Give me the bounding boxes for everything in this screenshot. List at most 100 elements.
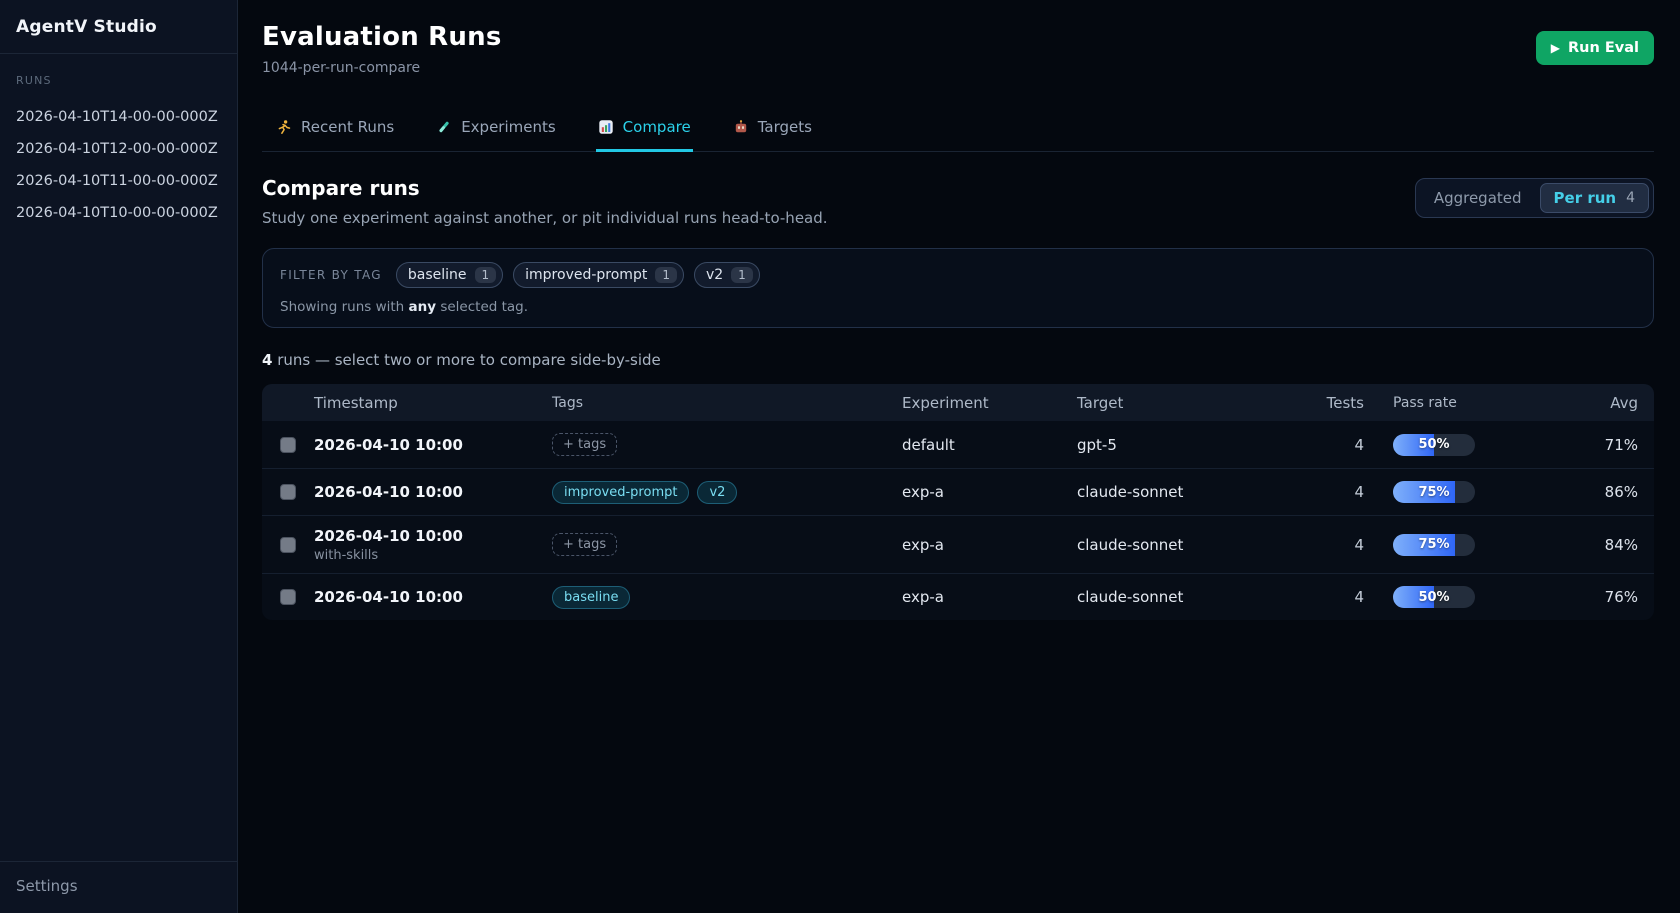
table-row[interactable]: 2026-04-10 10:00+ tagsdefaultgpt-5450%71… [262, 421, 1654, 468]
settings-link[interactable]: Settings [16, 877, 221, 895]
row-pass-rate-cell: 75% [1384, 481, 1524, 503]
column-header-tags: Tags [552, 395, 902, 411]
table-header-row: TimestampTagsExperimentTargetTestsPass r… [262, 384, 1654, 421]
tab-label: Targets [758, 118, 812, 136]
tab-recent-runs[interactable]: Recent Runs [274, 110, 396, 152]
column-header-pass-rate: Pass rate [1384, 395, 1524, 411]
row-avg-score: 86% [1524, 483, 1654, 501]
filter-note-any: any [409, 299, 437, 315]
row-checkbox-cell [262, 437, 314, 453]
tag-chip-baseline: baseline [552, 586, 630, 609]
filter-note: Showing runs with any selected tag. [280, 299, 1636, 315]
sidebar-footer: Settings [0, 861, 237, 913]
row-experiment: exp-a [902, 588, 1077, 606]
tab-bar: Recent Runs Experiments Compare Targets [262, 110, 1654, 152]
page-subtitle: 1044-per-run-compare [262, 60, 502, 76]
compare-runs-title: Compare runs [262, 176, 828, 200]
row-tags-cell: improved-promptv2 [552, 481, 902, 504]
pass-rate-bar: 50% [1393, 434, 1475, 456]
bar-chart-icon [598, 119, 614, 135]
row-tags-cell: + tags [552, 433, 902, 456]
sidebar-run-item[interactable]: 2026-04-10T12-00-00-000Z [16, 133, 221, 165]
row-target: gpt-5 [1077, 436, 1322, 454]
row-experiment: exp-a [902, 536, 1077, 554]
row-checkbox-cell [262, 537, 314, 553]
row-pass-rate-cell: 75% [1384, 534, 1524, 556]
view-toggle-aggregated[interactable]: Aggregated [1420, 183, 1536, 213]
tab-label: Experiments [461, 118, 555, 136]
add-tags-button[interactable]: + tags [552, 533, 617, 556]
row-tests-count: 4 [1322, 483, 1384, 501]
page-header: Evaluation Runs 1044-per-run-compare ▶ R… [262, 22, 1654, 76]
filter-tag-name: baseline [408, 267, 467, 283]
filter-by-tag-label: FILTER BY TAG [280, 268, 382, 282]
sidebar-run-list: RUNS 2026-04-10T14-00-00-000Z2026-04-10T… [0, 54, 237, 861]
row-select-checkbox[interactable] [280, 437, 296, 453]
table-row[interactable]: 2026-04-10 10:00improved-promptv2exp-acl… [262, 468, 1654, 515]
column-header-target: Target [1077, 394, 1322, 412]
view-toggle-count: 4 [1626, 190, 1635, 206]
row-checkbox-cell [262, 484, 314, 500]
row-select-checkbox[interactable] [280, 537, 296, 553]
pass-rate-label: 75% [1393, 534, 1475, 556]
play-icon: ▶ [1551, 41, 1560, 55]
row-tags-cell: + tags [552, 533, 902, 556]
pass-rate-label: 50% [1393, 586, 1475, 608]
row-tests-count: 4 [1322, 588, 1384, 606]
row-sublabel: with-skills [314, 548, 552, 563]
filter-tag-chip-improved-prompt[interactable]: improved-prompt1 [513, 262, 684, 288]
tab-label: Compare [623, 118, 691, 136]
row-pass-rate-cell: 50% [1384, 434, 1524, 456]
tab-compare[interactable]: Compare [596, 110, 693, 152]
column-header-avg: Avg [1524, 394, 1654, 412]
tab-label: Recent Runs [301, 118, 394, 136]
runs-summary-text: runs — select two or more to compare sid… [272, 351, 660, 369]
view-toggle-per-run[interactable]: Per run 4 [1540, 183, 1649, 213]
row-timestamp-cell: 2026-04-10 10:00 with-skills [314, 527, 552, 563]
row-timestamp: 2026-04-10 10:00 [314, 436, 552, 454]
sidebar-run-item[interactable]: 2026-04-10T14-00-00-000Z [16, 101, 221, 133]
row-timestamp: 2026-04-10 10:00 [314, 527, 552, 545]
pass-rate-bar: 75% [1393, 481, 1475, 503]
view-toggle-label: Per run [1554, 189, 1617, 207]
row-target: claude-sonnet [1077, 588, 1322, 606]
table-row[interactable]: 2026-04-10 10:00baselineexp-aclaude-sonn… [262, 573, 1654, 620]
tag-chip-improved-prompt: improved-prompt [552, 481, 689, 504]
row-target: claude-sonnet [1077, 536, 1322, 554]
tab-targets[interactable]: Targets [731, 110, 814, 152]
table-row[interactable]: 2026-04-10 10:00 with-skills+ tags exp-acl… [262, 515, 1654, 573]
pass-rate-bar: 50% [1393, 586, 1475, 608]
tab-experiments[interactable]: Experiments [434, 110, 557, 152]
row-pass-rate-cell: 50% [1384, 586, 1524, 608]
sidebar-run-item[interactable]: 2026-04-10T11-00-00-000Z [16, 165, 221, 197]
filter-tag-chip-baseline[interactable]: baseline1 [396, 262, 503, 288]
sidebar-header: AgentV Studio [0, 0, 237, 54]
filter-tag-name: improved-prompt [525, 267, 647, 283]
pass-rate-label: 75% [1393, 481, 1475, 503]
pass-rate-bar: 75% [1393, 534, 1475, 556]
sidebar-run-item[interactable]: 2026-04-10T10-00-00-000Z [16, 197, 221, 229]
row-avg-score: 71% [1524, 436, 1654, 454]
column-header-timestamp: Timestamp [314, 394, 552, 412]
row-tests-count: 4 [1322, 536, 1384, 554]
filter-tag-chip-v2[interactable]: v21 [694, 262, 760, 288]
row-avg-score: 76% [1524, 588, 1654, 606]
compare-runs-subtitle: Study one experiment against another, or… [262, 209, 828, 227]
runs-summary: 4 runs — select two or more to compare s… [262, 351, 1654, 369]
view-mode-toggle: Aggregated Per run 4 [1415, 178, 1654, 218]
column-header-experiment: Experiment [902, 394, 1077, 412]
add-tags-button[interactable]: + tags [552, 433, 617, 456]
row-tests-count: 4 [1322, 436, 1384, 454]
filter-tag-count-badge: 1 [731, 267, 753, 283]
row-select-checkbox[interactable] [280, 589, 296, 605]
filter-note-prefix: Showing runs with [280, 299, 409, 315]
run-eval-button[interactable]: ▶ Run Eval [1536, 31, 1654, 65]
view-toggle-label: Aggregated [1434, 189, 1522, 207]
sidebar: AgentV Studio RUNS 2026-04-10T14-00-00-0… [0, 0, 238, 913]
row-timestamp-cell: 2026-04-10 10:00 [314, 483, 552, 501]
page-title: Evaluation Runs [262, 22, 502, 52]
compare-section-header: Compare runs Study one experiment agains… [262, 176, 1654, 227]
main-content: Evaluation Runs 1044-per-run-compare ▶ R… [238, 0, 1680, 913]
row-select-checkbox[interactable] [280, 484, 296, 500]
column-header-tests: Tests [1322, 394, 1384, 412]
